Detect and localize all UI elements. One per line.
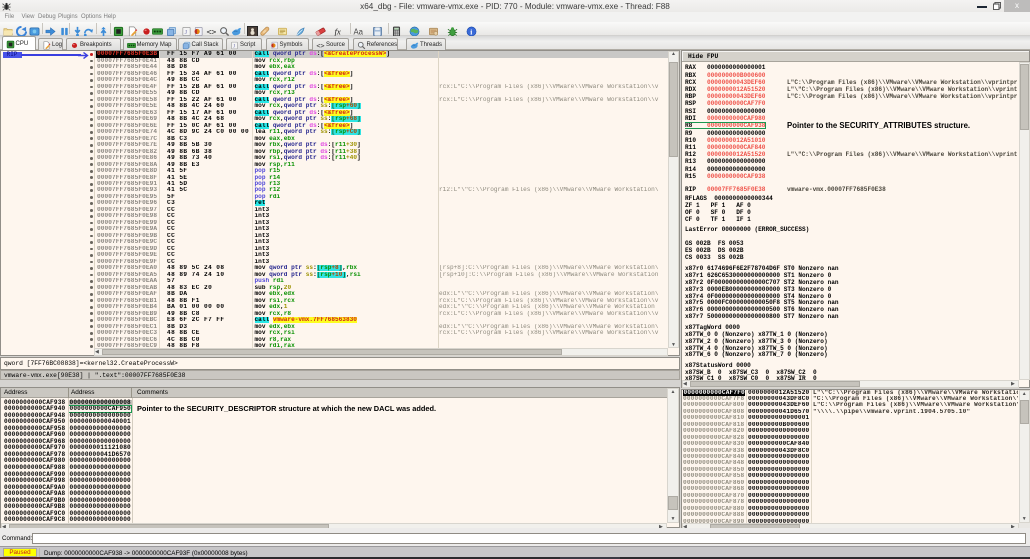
svg-text:fx: fx — [334, 26, 340, 36]
svg-text:<>: <> — [206, 26, 216, 36]
svg-text:J: J — [233, 43, 235, 49]
svg-text:<>: <> — [316, 41, 324, 49]
svg-text:i: i — [470, 27, 472, 36]
svg-text:Aa: Aa — [353, 27, 363, 36]
